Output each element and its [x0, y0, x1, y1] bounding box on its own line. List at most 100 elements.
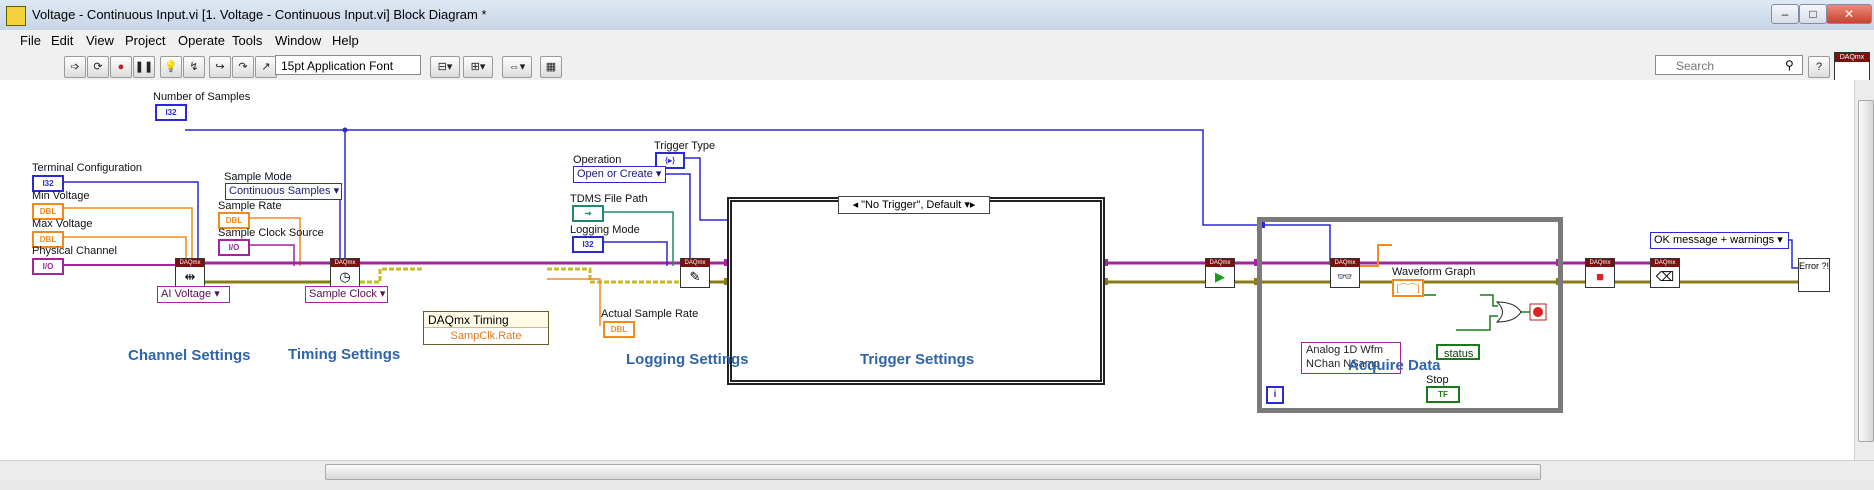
control-number-of-samples[interactable]: I32 — [155, 104, 187, 121]
enum-error-message-type[interactable]: OK message + warnings ▾ — [1650, 232, 1789, 249]
toolbar: ➩ ⟳ ● ❚❚ 💡 ↯ ↪ ↷ ↗ 15pt Application Font… — [0, 52, 1874, 88]
menu-project[interactable]: Project — [125, 33, 165, 48]
highlight-execution-icon[interactable]: 💡 — [160, 56, 182, 78]
label-terminal-configuration: Terminal Configuration — [32, 162, 143, 174]
polymorphic-sample-clock[interactable]: Sample Clock ▾ — [305, 286, 388, 303]
menu-view[interactable]: View — [86, 33, 114, 48]
indicator-actual-sample-rate[interactable]: DBL — [603, 321, 635, 338]
retain-wire-values-icon[interactable]: ↯ — [183, 56, 205, 78]
control-stop-button[interactable]: TF — [1426, 386, 1460, 403]
menu-tools[interactable]: Tools — [232, 33, 262, 48]
enum-operation[interactable]: Open or Create ▾ — [573, 166, 666, 183]
read-poly-line1: Analog 1D Wfm — [1306, 344, 1384, 356]
run-arrow-icon[interactable]: ➩ — [64, 56, 86, 78]
simple-error-handler-node[interactable]: Error ?! — [1798, 258, 1830, 292]
node-header: DAQmx — [1331, 259, 1359, 267]
control-sample-clock-source[interactable]: I/O — [218, 239, 250, 256]
polymorphic-ai-voltage[interactable]: AI Voltage ▾ — [157, 286, 230, 303]
control-physical-channel[interactable]: I/O — [32, 258, 64, 275]
label-actual-sample-rate: Actual Sample Rate — [601, 308, 699, 320]
label-tdms-file-path: TDMS File Path — [570, 193, 648, 205]
step-out-icon[interactable]: ↗ — [255, 56, 277, 78]
property-node-title: DAQmx Timing — [424, 312, 548, 328]
case-selector-label[interactable]: ◂ "No Trigger", Default ▾▸ — [838, 196, 990, 214]
daqmx-clear-task-node[interactable]: DAQmx ⌫ — [1650, 258, 1680, 288]
stop-task-icon: ■ — [1596, 269, 1604, 284]
loop-iteration-terminal: i — [1266, 386, 1284, 404]
vertical-scrollbar[interactable] — [1854, 80, 1874, 460]
daqmx-read-node[interactable]: DAQmx 👓 — [1330, 258, 1360, 288]
search-input[interactable]: Search — [1655, 55, 1803, 75]
label-min-voltage: Min Voltage — [32, 190, 90, 202]
distribute-objects-icon[interactable]: ⊞▾ — [463, 56, 493, 78]
wire-actual-sample-rate — [547, 278, 601, 326]
search-icon[interactable]: ⚲ — [1785, 58, 1794, 72]
node-header: DAQmx — [681, 259, 709, 267]
menu-bar: File Edit View Project Operate Tools Win… — [0, 30, 1874, 53]
abort-icon[interactable]: ● — [110, 56, 132, 78]
menu-operate[interactable]: Operate — [178, 33, 225, 48]
node-header: DAQmx — [176, 259, 204, 267]
control-tdms-file-path[interactable]: ⇝ — [572, 205, 604, 222]
section-channel-settings: Channel Settings — [128, 347, 251, 364]
label-physical-channel: Physical Channel — [32, 245, 117, 257]
clear-task-icon: ⌫ — [1655, 269, 1675, 284]
enum-sample-mode[interactable]: Continuous Samples ▾ — [225, 183, 342, 200]
label-operation: Operation — [573, 154, 622, 166]
label-stop: Stop — [1426, 374, 1449, 386]
minimize-button[interactable]: – — [1771, 4, 1799, 24]
help-button[interactable]: ? — [1808, 56, 1830, 78]
pause-icon[interactable]: ❚❚ — [133, 56, 155, 78]
polymorphic-sample-clock-value: Sample Clock — [309, 288, 377, 300]
menu-file[interactable]: File — [20, 33, 41, 48]
clean-up-diagram-icon[interactable]: ▦ — [540, 56, 562, 78]
daqmx-create-channel-node[interactable]: DAQmx ⇹ — [175, 258, 205, 288]
section-timing-settings: Timing Settings — [288, 346, 401, 363]
indicator-waveform-graph[interactable]: [⌒⌒] — [1392, 279, 1424, 297]
step-over-icon[interactable]: ↷ — [232, 56, 254, 78]
menu-edit[interactable]: Edit — [51, 33, 73, 48]
acquire-while-loop[interactable] — [1257, 217, 1563, 413]
horizontal-scrollbar[interactable] — [0, 460, 1874, 481]
label-logging-mode: Logging Mode — [570, 224, 640, 236]
menu-window[interactable]: Window — [275, 33, 321, 48]
unbundle-status[interactable]: status — [1436, 344, 1480, 360]
font-select[interactable]: 15pt Application Font — [275, 55, 421, 75]
enum-operation-value: Open or Create — [577, 168, 653, 180]
close-button[interactable]: ✕ — [1826, 4, 1872, 24]
logging-icon: ✎ — [689, 269, 701, 284]
section-logging-settings: Logging Settings — [626, 351, 749, 368]
wire-tdms-path — [600, 211, 674, 266]
wire-sample-rate — [250, 217, 301, 266]
label-number-of-samples: Number of Samples — [153, 91, 251, 103]
daqmx-stop-task-node[interactable]: DAQmx ■ — [1585, 258, 1615, 288]
node-header: DAQmx — [331, 259, 359, 267]
vertical-scroll-thumb[interactable] — [1858, 100, 1874, 442]
label-max-voltage: Max Voltage — [32, 218, 93, 230]
align-objects-icon[interactable]: ⊟▾ — [430, 56, 460, 78]
read-glasses-icon: 👓 — [1336, 269, 1354, 284]
control-logging-mode[interactable]: I32 — [572, 236, 604, 253]
menu-help[interactable]: Help — [332, 33, 359, 48]
create-channel-icon: ⇹ — [184, 269, 196, 284]
daqmx-timing-node[interactable]: DAQmx ◷ — [330, 258, 360, 288]
horizontal-scroll-thumb[interactable] — [325, 464, 1541, 480]
run-continuously-icon[interactable]: ⟳ — [87, 56, 109, 78]
label-trigger-type: Trigger Type — [654, 140, 716, 152]
polymorphic-ai-voltage-value: AI Voltage — [161, 288, 212, 300]
daqmx-configure-logging-node[interactable]: DAQmx ✎ — [680, 258, 710, 288]
label-sample-rate: Sample Rate — [218, 200, 282, 212]
case-selector-value: "No Trigger", Default — [861, 199, 962, 211]
wire-junction — [342, 127, 348, 133]
resize-objects-icon[interactable]: ⇔▾ — [502, 56, 532, 78]
property-sampclk-rate[interactable]: SampClk.Rate — [424, 328, 548, 344]
label-sample-mode: Sample Mode — [224, 171, 292, 183]
daqmx-start-task-node[interactable]: DAQmx ▶ — [1205, 258, 1235, 288]
block-diagram[interactable]: Number of Samples I32 Terminal Configura… — [0, 80, 1854, 460]
step-into-icon[interactable]: ↪ — [209, 56, 231, 78]
window-title: Voltage - Continuous Input.vi [1. Voltag… — [32, 7, 487, 22]
label-waveform-graph: Waveform Graph — [1392, 266, 1476, 278]
maximize-button[interactable]: □ — [1799, 4, 1827, 24]
enum-sample-mode-value: Continuous Samples — [229, 185, 331, 197]
daqmx-timing-property-node[interactable]: DAQmx Timing SampClk.Rate — [423, 311, 549, 345]
